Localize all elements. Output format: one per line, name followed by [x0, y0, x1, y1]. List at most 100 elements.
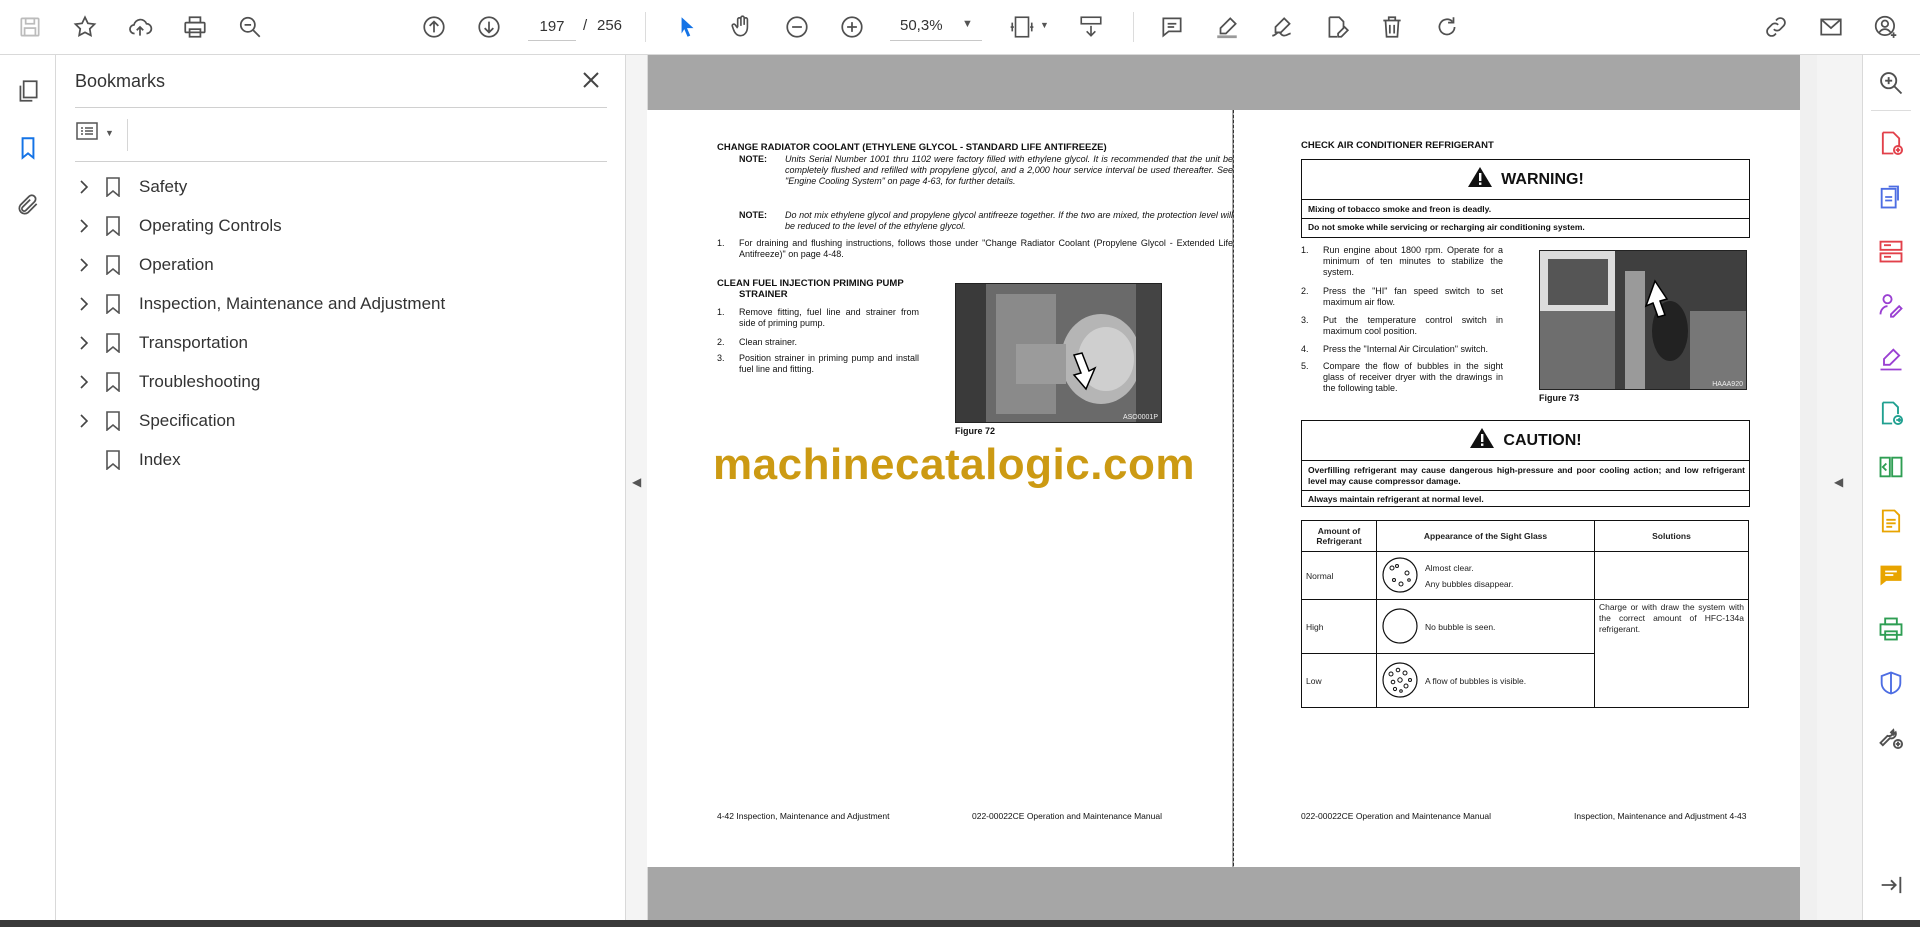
step-text: For draining and flushing instructions, …: [739, 238, 1233, 259]
chevron-down-icon[interactable]: ▼: [962, 18, 973, 30]
comment-tool-icon[interactable]: [1873, 557, 1909, 593]
attachments-paperclip-icon[interactable]: [9, 186, 47, 224]
draw-signature-icon[interactable]: [1263, 8, 1301, 46]
bookmark-item-inspection-maintenance[interactable]: Inspection, Maintenance and Adjustment: [73, 288, 603, 320]
table-header-row: Amount of Refrigerant Appearance of the …: [1301, 520, 1749, 552]
highlight-pen-icon[interactable]: [1208, 8, 1246, 46]
protect-shield-icon[interactable]: [1873, 665, 1909, 701]
table-cell-solution: Charge or with draw the system with the …: [1594, 599, 1749, 708]
zoom-level-value: 50,3%: [900, 17, 943, 34]
print-production-icon[interactable]: [1873, 611, 1909, 647]
caution-box: CAUTION! Overfilling refrigerant may cau…: [1301, 420, 1750, 507]
user-account-icon[interactable]: [1867, 8, 1905, 46]
bookmark-icon: [99, 450, 127, 470]
bookmark-label: Inspection, Maintenance and Adjustment: [139, 294, 446, 313]
fill-sign-pen-icon[interactable]: [1873, 341, 1909, 377]
step-number: 3.: [1301, 315, 1309, 325]
cloud-upload-icon[interactable]: [121, 8, 159, 46]
save-icon[interactable]: [11, 8, 49, 46]
step-number: 3.: [717, 353, 725, 363]
bookmark-label: Operation: [139, 255, 214, 274]
chevron-right-icon[interactable]: [73, 375, 95, 389]
collapse-left-icon: ◀: [632, 475, 642, 489]
send-for-comments-icon[interactable]: [1873, 395, 1909, 431]
zoom-search-icon[interactable]: [1873, 65, 1909, 101]
chevron-right-icon[interactable]: [73, 258, 95, 272]
bookmark-label: Transportation: [139, 333, 248, 352]
step-text: Compare the flow of bubbles in the sight…: [1323, 361, 1503, 393]
share-link-icon[interactable]: [1757, 8, 1795, 46]
more-tools-icon[interactable]: [1873, 719, 1909, 755]
create-pdf-icon[interactable]: [1873, 125, 1909, 161]
bookmark-item-specification[interactable]: Specification: [73, 405, 603, 437]
fill-sign-icon[interactable]: [1318, 8, 1356, 46]
bookmark-item-operation[interactable]: Operation: [73, 249, 603, 281]
page-fit-icon[interactable]: [1003, 8, 1041, 46]
step-number: 2.: [717, 337, 725, 347]
step-text: Position strainer in priming pump and in…: [739, 353, 919, 374]
collapse-right-icon: ◀: [1834, 475, 1844, 489]
chevron-right-icon[interactable]: [73, 297, 95, 311]
toolbar-divider: [1133, 12, 1134, 42]
chevron-right-icon[interactable]: [73, 336, 95, 350]
next-page-icon[interactable]: [470, 8, 508, 46]
page-fit-chevron-icon[interactable]: ▼: [1040, 20, 1049, 30]
page-spread-divider: [1233, 110, 1234, 866]
delete-trash-icon[interactable]: [1373, 8, 1411, 46]
hand-tool-icon[interactable]: [723, 8, 761, 46]
sight-glass-table: Amount of Refrigerant Appearance of the …: [1301, 520, 1749, 708]
bookmark-item-safety[interactable]: Safety: [73, 171, 603, 203]
vertical-scrollbar[interactable]: [1800, 55, 1817, 920]
table-cell-solution-empty: [1594, 551, 1749, 600]
table-row: Normal Almost clear. Any bubbles disappe…: [1301, 551, 1749, 600]
list-options-icon: [75, 120, 101, 147]
bookmark-item-operating-controls[interactable]: Operating Controls: [73, 210, 603, 242]
bookmarks-panel-icon[interactable]: [9, 129, 47, 167]
step-number: 1.: [717, 307, 725, 317]
zoom-search-icon[interactable]: [231, 8, 269, 46]
star-icon[interactable]: [66, 8, 104, 46]
close-icon[interactable]: [576, 65, 606, 95]
table-cell-amount: Normal: [1301, 551, 1377, 600]
bookmark-item-transportation[interactable]: Transportation: [73, 327, 603, 359]
zoom-out-icon[interactable]: [778, 8, 816, 46]
expand-panel-icon[interactable]: [1873, 867, 1909, 903]
bookmarks-panel-title: Bookmarks: [75, 71, 166, 91]
bookmark-item-troubleshooting[interactable]: Troubleshooting: [73, 366, 603, 398]
scan-ocr-icon[interactable]: [1873, 503, 1909, 539]
page-footer-right: 022-00022CE Operation and Maintenance Ma…: [972, 811, 1162, 821]
step-text: Put the temperature control switch in ma…: [1323, 315, 1503, 336]
right-panel-collapse-handle[interactable]: ◀: [1817, 55, 1863, 920]
warning-title: WARNING!: [1501, 170, 1584, 188]
left-panel-collapse-handle[interactable]: ◀: [626, 55, 648, 920]
previous-page-icon[interactable]: [415, 8, 453, 46]
email-icon[interactable]: [1812, 8, 1850, 46]
left-navigation-rail: [0, 55, 56, 920]
comment-icon[interactable]: [1153, 8, 1191, 46]
table-cell-appearance: Almost clear. Any bubbles disappear.: [1376, 551, 1595, 600]
rotate-icon[interactable]: [1428, 8, 1466, 46]
figure-72-photo: ASO0001P: [955, 283, 1162, 423]
zoom-in-icon[interactable]: [833, 8, 871, 46]
organize-pages-icon[interactable]: [1873, 233, 1909, 269]
caution-text: Overfilling refrigerant may cause danger…: [1308, 465, 1745, 486]
bookmark-options-button[interactable]: ▼: [75, 119, 119, 147]
page-footer-left: 022-00022CE Operation and Maintenance Ma…: [1301, 811, 1491, 821]
chevron-right-icon[interactable]: [73, 180, 95, 194]
bookmark-icon: [99, 411, 127, 431]
export-pdf-icon[interactable]: [1873, 179, 1909, 215]
page-number-input[interactable]: [528, 13, 576, 41]
print-icon[interactable]: [176, 8, 214, 46]
request-signatures-icon[interactable]: [1873, 287, 1909, 323]
chevron-right-icon[interactable]: [73, 219, 95, 233]
appearance-text: Almost clear.: [1425, 562, 1474, 573]
chevron-right-icon[interactable]: [73, 414, 95, 428]
compare-files-icon[interactable]: [1873, 449, 1909, 485]
bookmark-item-index[interactable]: Index: [73, 444, 603, 476]
document-page-right: CHECK AIR CONDITIONER REFRIGERANT WARNIN…: [1234, 110, 1819, 867]
scroll-mode-icon[interactable]: [1072, 8, 1110, 46]
page-thumbnails-icon[interactable]: [9, 72, 47, 110]
select-cursor-icon[interactable]: [668, 8, 706, 46]
bookmark-label: Safety: [139, 177, 188, 196]
bookmark-icon: [99, 255, 127, 275]
